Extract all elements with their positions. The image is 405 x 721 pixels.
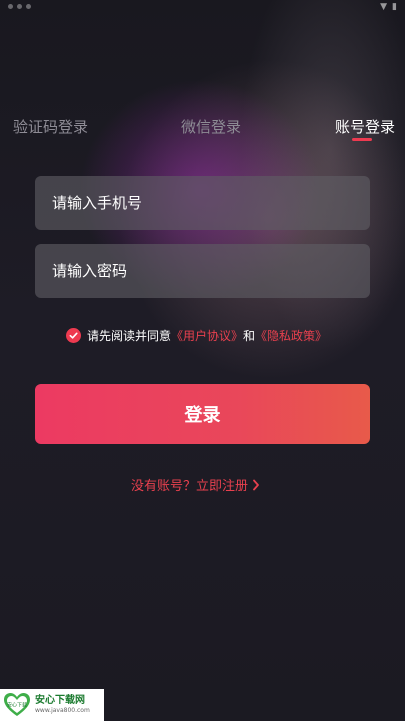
status-bar: ▼ ▮ [0, 0, 405, 16]
agreement-conjunction: 和 [243, 328, 256, 343]
login-button[interactable]: 登录 [35, 384, 370, 444]
user-agreement-link[interactable]: 《用户协议》 [171, 327, 243, 344]
watermark-text: 安心下载网 www.java800.com [35, 696, 90, 714]
battery-icon: ▮ [392, 2, 397, 12]
password-input[interactable] [52, 244, 370, 298]
wifi-icon: ▼ [380, 2, 388, 12]
chevron-right-icon [252, 479, 260, 491]
agreement-checkbox[interactable] [66, 327, 81, 343]
register-link-label: 没有账号？立即注册 [131, 479, 249, 494]
status-indicators [8, 4, 31, 9]
check-icon [69, 332, 78, 339]
phone-input[interactable] [52, 176, 370, 230]
phone-field [35, 176, 370, 230]
background-gradient [0, 0, 405, 721]
password-field [35, 244, 370, 298]
watermark-logo-text: 安心下载 [7, 702, 27, 709]
tab-sms-login[interactable]: 验证码登录 [13, 116, 88, 137]
heart-logo-icon: 安心下载 [4, 693, 30, 716]
privacy-policy-link[interactable]: 《隐私政策》 [255, 327, 327, 344]
tab-account-login[interactable]: 账号登录 [335, 116, 395, 137]
tab-wechat-login[interactable]: 微信登录 [181, 116, 241, 137]
login-tabs: 验证码登录 微信登录 账号登录 [0, 116, 405, 146]
active-tab-indicator [352, 138, 372, 141]
agreement-prefix: 请先阅读并同意 [87, 328, 172, 343]
watermark-badge: 安心下载 安心下载网 www.java800.com [0, 689, 104, 721]
watermark-title: 安心下载网 [35, 695, 85, 706]
register-link[interactable]: 没有账号？立即注册 [131, 475, 260, 494]
watermark-url: www.java800.com [35, 707, 90, 714]
status-icons: ▼ ▮ [380, 2, 397, 12]
agreement-row: 请先阅读并同意 《用户协议》 和 《隐私政策》 [66, 326, 327, 344]
